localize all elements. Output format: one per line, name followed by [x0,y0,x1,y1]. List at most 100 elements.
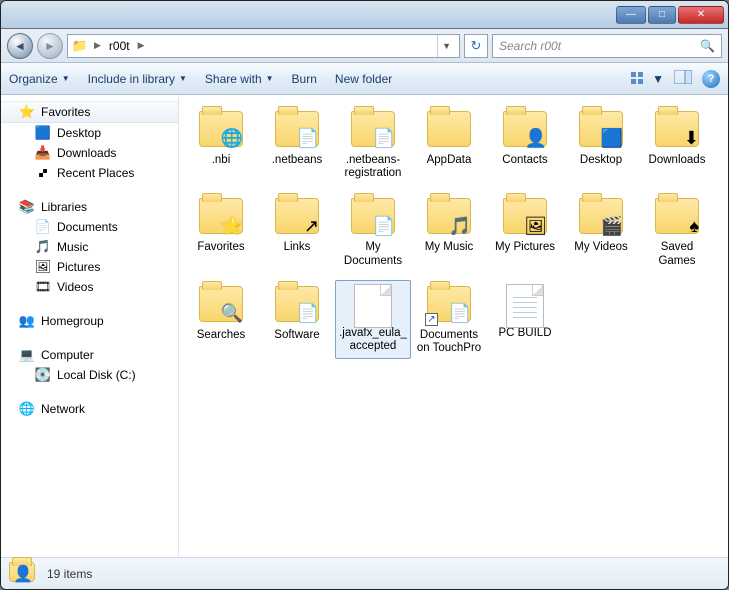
user-folder-icon: 👤 [9,562,37,586]
item-label: My Videos [565,241,637,254]
folder-overlay-icon: 🔍 [221,303,243,324]
network-icon: 🌐 [19,401,35,417]
organize-button[interactable]: Organize▼ [9,72,70,86]
file-icon [354,284,392,328]
file-item[interactable]: 📄 .netbeans-registration [335,105,411,184]
item-label: Software [261,329,333,342]
navigation-pane: ⭐ Favorites 🟦 Desktop 📥Downloads🙾Recent Pl… [1,95,179,557]
address-bar[interactable]: 📁 ▶ r00t ▶ ▼ [67,34,460,58]
file-item[interactable]: 📄 Software [259,280,335,359]
address-dropdown[interactable]: ▼ [437,35,455,57]
file-item[interactable]: ⬇Downloads [639,105,715,184]
item-label: .javafx_eula_accepted [337,327,409,353]
file-item[interactable]: .javafx_eula_accepted [335,280,411,359]
file-item[interactable]: 🖼My Pictures [487,192,563,271]
item-label: .nbi [185,154,257,167]
item-label: Searches [185,329,257,342]
sidebar-library-documents[interactable]: 📄Documents [1,217,178,237]
file-item[interactable]: 🟦 Desktop [563,105,639,184]
folder-overlay-icon: ♠ [689,216,699,237]
file-item[interactable]: 🎵 My Music [411,192,487,271]
share-with-button[interactable]: Share with▼ [205,72,274,86]
sidebar-library-videos[interactable]: 🎞Videos [1,277,178,297]
include-in-library-button[interactable]: Include in library▼ [88,72,187,86]
file-item[interactable]: 📄My Documents [335,192,411,271]
refresh-button[interactable]: ↻ [464,34,488,58]
nav-item-icon: 📄 [35,219,51,235]
star-icon: ⭐ [19,104,35,120]
navigation-bar: ◄ ► 📁 ▶ r00t ▶ ▼ ↻ Search r00t 🔍 [1,29,728,63]
sidebar-drive-local-disk-c-[interactable]: 💽Local Disk (C:) [1,365,178,385]
nav-item-icon: 📥 [35,145,51,161]
computer-icon: 💻 [19,347,35,363]
item-label: My Music [413,241,485,254]
folder-overlay-icon: 📄 [449,303,471,324]
file-item[interactable]: 📄 .netbeans [259,105,335,184]
item-label: My Pictures [489,241,561,254]
folder-overlay-icon: 📄 [297,128,319,149]
file-item[interactable]: ↗Links [259,192,335,271]
sidebar-library-music[interactable]: 🎵Music [1,237,178,257]
item-label: Saved Games [641,241,713,267]
file-item[interactable]: 👤Contacts [487,105,563,184]
item-label: Documents on TouchPro [413,329,485,355]
file-item[interactable]: PC BUILD [487,280,563,359]
preview-pane-button[interactable] [674,70,692,87]
minimize-button[interactable]: — [616,6,646,24]
nav-item-label: Desktop [57,126,101,140]
sidebar-favorite-downloads[interactable]: 📥Downloads [1,143,178,163]
file-item[interactable]: ♠ Saved Games [639,192,715,271]
sidebar-favorite-recent-places[interactable]: 🙾Recent Places [1,163,178,183]
item-label: .netbeans [261,154,333,167]
file-item[interactable]: 📄↗Documents on TouchPro [411,280,487,359]
item-count: 19 items [47,567,92,581]
file-item[interactable]: 🌐.nbi [183,105,259,184]
items-view[interactable]: 🌐.nbi 📄 .netbeans 📄 .netbeans-registration Ap… [179,95,728,557]
nav-item-icon: 🖼 [35,259,51,275]
folder-overlay-icon: 🟦 [601,128,623,149]
nav-item-icon: 🟦 [35,125,51,141]
file-item[interactable]: ⭐Favorites [183,192,259,271]
folder-icon: 📁 [72,38,88,54]
item-label: AppData [413,154,485,167]
breadcrumb-location[interactable]: r00t [107,39,132,53]
item-label: .netbeans-registration [337,154,409,180]
new-folder-button[interactable]: New folder [335,72,392,86]
nav-item-icon: 🎞 [35,279,51,295]
folder-overlay-icon: 📄 [297,303,319,324]
libraries-group: 📚 Libraries 📄Documents🎵Music🖼Pictures🎞Vi… [1,197,178,297]
search-icon[interactable]: 🔍 [700,39,715,53]
help-button[interactable]: ? [702,70,720,88]
back-button[interactable]: ◄ [7,33,33,59]
chevron-icon[interactable]: ▶ [92,40,103,51]
favorites-header[interactable]: ⭐ Favorites [1,101,178,123]
sidebar-favorite-desktop[interactable]: 🟦 Desktop [1,123,178,143]
search-input[interactable]: Search r00t 🔍 [492,34,722,58]
maximize-button[interactable]: □ [648,6,676,24]
close-button[interactable]: ✕ [678,6,724,24]
text-file-icon [506,284,544,328]
titlebar[interactable]: — □ ✕ [1,1,728,29]
folder-overlay-icon: 📄 [373,128,395,149]
homegroup-header[interactable]: 👥 Homegroup [1,311,178,331]
sidebar-library-pictures[interactable]: 🖼Pictures [1,257,178,277]
forward-button[interactable]: ► [37,33,63,59]
network-header[interactable]: 🌐 Network [1,399,178,419]
file-item[interactable]: 🔍 Searches [183,280,259,359]
item-label: Favorites [185,241,257,254]
details-pane: 👤 19 items [1,557,728,589]
file-item[interactable]: AppData [411,105,487,184]
libraries-header[interactable]: 📚 Libraries [1,197,178,217]
chevron-icon[interactable]: ▶ [136,40,147,51]
burn-button[interactable]: Burn [292,72,317,86]
view-options-button[interactable]: ▼ [630,71,664,87]
item-label: Downloads [641,154,713,167]
file-item[interactable]: 🎬My Videos [563,192,639,271]
item-label: Desktop [565,154,637,167]
homegroup-icon: 👥 [19,313,35,329]
computer-header[interactable]: 💻 Computer [1,345,178,365]
folder-overlay-icon: 🎵 [449,216,471,237]
item-label: PC BUILD [489,327,561,340]
search-placeholder: Search r00t [499,39,561,53]
nav-item-icon: 🙾 [35,165,51,181]
